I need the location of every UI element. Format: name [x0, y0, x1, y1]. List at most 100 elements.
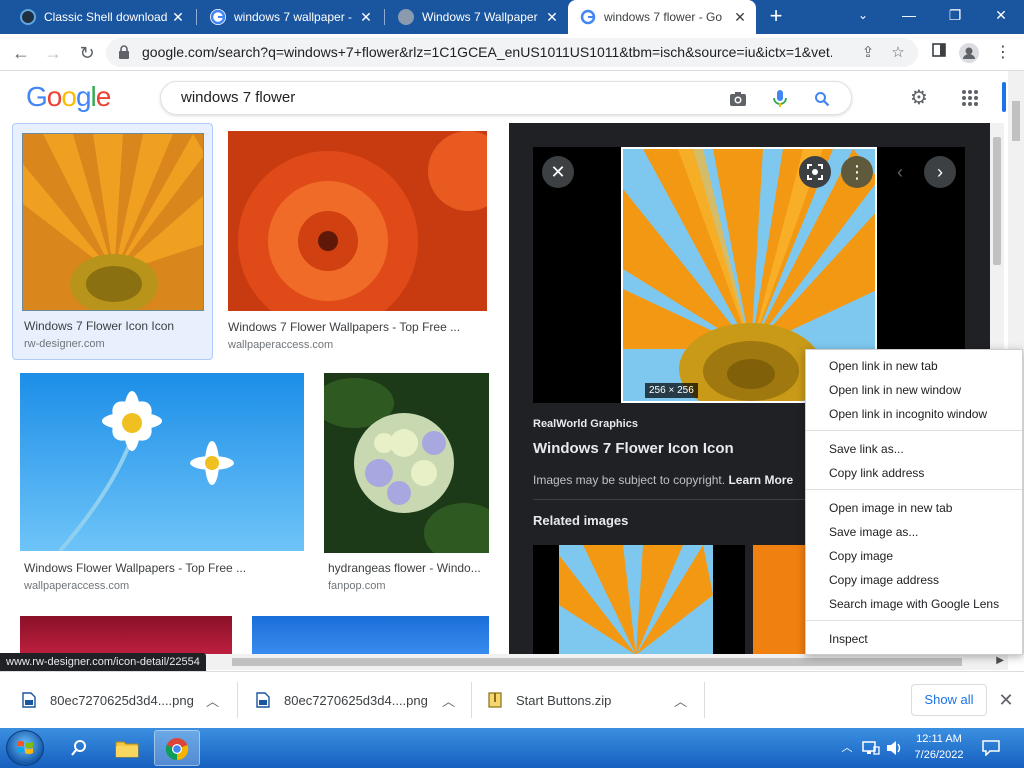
next-image-icon[interactable]: ›: [924, 156, 956, 188]
scrollbar-thumb[interactable]: [1012, 101, 1020, 141]
download-item[interactable]: 80ec7270625d3d4....png ︿: [0, 680, 236, 720]
result-card[interactable]: Windows Flower Wallpapers - Top Free ...…: [20, 373, 305, 603]
tab-title: windows 7 flower - Go: [604, 10, 723, 24]
result-caption[interactable]: Windows Flower Wallpapers - Top Free ...: [24, 561, 299, 575]
notifications-icon[interactable]: [978, 728, 1004, 768]
menu-item-save-link-as[interactable]: Save link as...: [806, 437, 1022, 461]
logo-letter: o: [46, 81, 63, 112]
menu-item-open-image-new-tab[interactable]: Open image in new tab: [806, 496, 1022, 520]
share-icon[interactable]: ⇪: [858, 43, 878, 63]
result-card[interactable]: Windows 7 Flower Icon Icon rw-designer.c…: [12, 123, 213, 360]
chevron-up-icon[interactable]: ︿: [674, 691, 687, 710]
result-card[interactable]: hydrangeas flower - Windo... fanpop.com: [324, 373, 490, 603]
result-thumbnail[interactable]: [228, 131, 487, 311]
more-options-icon[interactable]: ⋮: [841, 156, 873, 188]
tab-classic-shell[interactable]: Classic Shell download ✕: [8, 0, 194, 34]
previous-image-icon[interactable]: ‹: [884, 156, 916, 188]
result-caption[interactable]: hydrangeas flower - Windo...: [328, 561, 488, 575]
result-thumbnail[interactable]: [252, 616, 489, 654]
network-icon[interactable]: [860, 728, 882, 768]
window-close-icon[interactable]: ✕: [978, 0, 1024, 30]
chevron-up-icon[interactable]: ︿: [206, 691, 219, 710]
browser-toolbar: ← → ↻ google.com/search?q=windows+7+flow…: [0, 34, 1024, 71]
address-bar[interactable]: google.com/search?q=windows+7+flower&rlz…: [106, 38, 918, 67]
result-thumbnail[interactable]: [324, 373, 489, 553]
menu-item-copy-image-address[interactable]: Copy image address: [806, 568, 1022, 592]
settings-gear-icon[interactable]: ⚙: [907, 86, 931, 110]
menu-item-copy-image[interactable]: Copy image: [806, 544, 1022, 568]
forward-arrow-icon[interactable]: →: [40, 40, 66, 66]
windows-logo-icon: [17, 741, 33, 754]
close-tab-icon[interactable]: ✕: [730, 9, 750, 26]
windows-taskbar: ︿ 12:11 AM 7/26/2022: [0, 728, 1024, 768]
google-logo[interactable]: Google: [26, 81, 111, 113]
chevron-up-icon[interactable]: ︿: [442, 691, 455, 710]
tab-search-chevron-icon[interactable]: ⌄: [840, 0, 886, 30]
google-icon: [580, 9, 596, 25]
sign-in-indicator[interactable]: [1002, 82, 1006, 112]
new-tab-plus-icon[interactable]: +: [764, 5, 788, 29]
kebab-menu-icon[interactable]: ⋮: [990, 40, 1016, 66]
result-source[interactable]: rw-designer.com: [24, 338, 105, 350]
chrome-taskbar-icon[interactable]: [154, 730, 200, 766]
preview-title[interactable]: Windows 7 Flower Icon Icon: [533, 440, 734, 457]
close-download-shelf-icon[interactable]: ✕: [996, 688, 1016, 712]
scrollbar-thumb[interactable]: [232, 658, 962, 666]
close-tab-icon[interactable]: ✕: [168, 9, 188, 26]
menu-item-open-link-new-tab[interactable]: Open link in new tab: [806, 354, 1022, 378]
result-caption[interactable]: Windows 7 Flower Icon Icon: [24, 319, 204, 333]
menu-item-inspect[interactable]: Inspect: [806, 627, 1022, 651]
screen: Classic Shell download ✕ windows 7 wallp…: [0, 0, 1024, 768]
menu-item-open-link-incognito[interactable]: Open link in incognito window: [806, 402, 1022, 426]
result-thumbnail[interactable]: [20, 373, 304, 551]
search-icon[interactable]: [811, 88, 833, 110]
profile-avatar-icon[interactable]: [956, 40, 982, 66]
copyright-text: Images may be subject to copyright.: [533, 473, 726, 487]
download-item[interactable]: 80ec7270625d3d4....png ︿: [234, 680, 470, 720]
preview-site-name[interactable]: RealWorld Graphics: [533, 418, 638, 430]
side-panel-icon[interactable]: [926, 40, 952, 66]
system-clock[interactable]: 12:11 AM 7/26/2022: [906, 731, 972, 763]
show-hidden-icons-icon[interactable]: ︿: [838, 728, 856, 768]
close-tab-icon[interactable]: ✕: [356, 9, 376, 26]
restore-icon[interactable]: ❐: [932, 0, 978, 30]
scroll-right-arrow-icon[interactable]: ▶: [996, 655, 1004, 666]
volume-icon[interactable]: [884, 728, 906, 768]
menu-item-search-google-lens[interactable]: Search image with Google Lens: [806, 592, 1022, 616]
learn-more-link[interactable]: Learn More: [728, 473, 793, 487]
download-item[interactable]: Start Buttons.zip ︿: [466, 680, 702, 720]
search-query[interactable]: windows 7 flower: [181, 82, 295, 114]
menu-item-copy-link-address[interactable]: Copy link address: [806, 461, 1022, 485]
download-filename: 80ec7270625d3d4....png: [50, 692, 194, 708]
taskbar-search-icon[interactable]: [56, 730, 102, 766]
result-thumbnail[interactable]: [22, 133, 204, 311]
close-tab-icon[interactable]: ✕: [542, 9, 562, 26]
tab-windows-7-wallpaper[interactable]: windows 7 wallpaper - ✕: [198, 0, 382, 34]
show-all-button[interactable]: Show all: [911, 684, 987, 716]
microphone-icon[interactable]: [769, 88, 791, 110]
menu-item-save-image-as[interactable]: Save image as...: [806, 520, 1022, 544]
back-arrow-icon[interactable]: ←: [8, 40, 34, 66]
minimize-icon[interactable]: —: [886, 0, 932, 30]
start-button[interactable]: [6, 730, 44, 766]
tab-windows-7-flower[interactable]: windows 7 flower - Go ✕: [568, 0, 756, 34]
tab-windows-7-wallpaper-2[interactable]: Windows 7 Wallpaper ✕: [386, 0, 568, 34]
result-card[interactable]: Windows 7 Flower Wallpapers - Top Free .…: [228, 123, 488, 360]
close-preview-icon[interactable]: ✕: [542, 156, 574, 188]
reload-icon[interactable]: ↻: [74, 40, 100, 66]
result-caption[interactable]: Windows 7 Flower Wallpapers - Top Free .…: [228, 320, 483, 334]
result-source[interactable]: wallpaperaccess.com: [228, 339, 333, 351]
camera-icon[interactable]: [727, 88, 749, 110]
bookmark-star-icon[interactable]: ☆: [888, 43, 908, 63]
apps-grid-icon[interactable]: [958, 86, 982, 110]
google-lens-icon[interactable]: [799, 156, 831, 188]
result-source[interactable]: wallpaperaccess.com: [24, 580, 129, 592]
file-explorer-icon[interactable]: [104, 730, 150, 766]
url-text[interactable]: google.com/search?q=windows+7+flower&rlz…: [142, 38, 832, 67]
search-input[interactable]: windows 7 flower: [160, 81, 852, 115]
result-thumbnail[interactable]: [20, 616, 232, 654]
related-image[interactable]: [533, 545, 745, 654]
menu-item-open-link-new-window[interactable]: Open link in new window: [806, 378, 1022, 402]
result-source[interactable]: fanpop.com: [328, 580, 385, 592]
scrollbar-thumb[interactable]: [993, 137, 1001, 265]
